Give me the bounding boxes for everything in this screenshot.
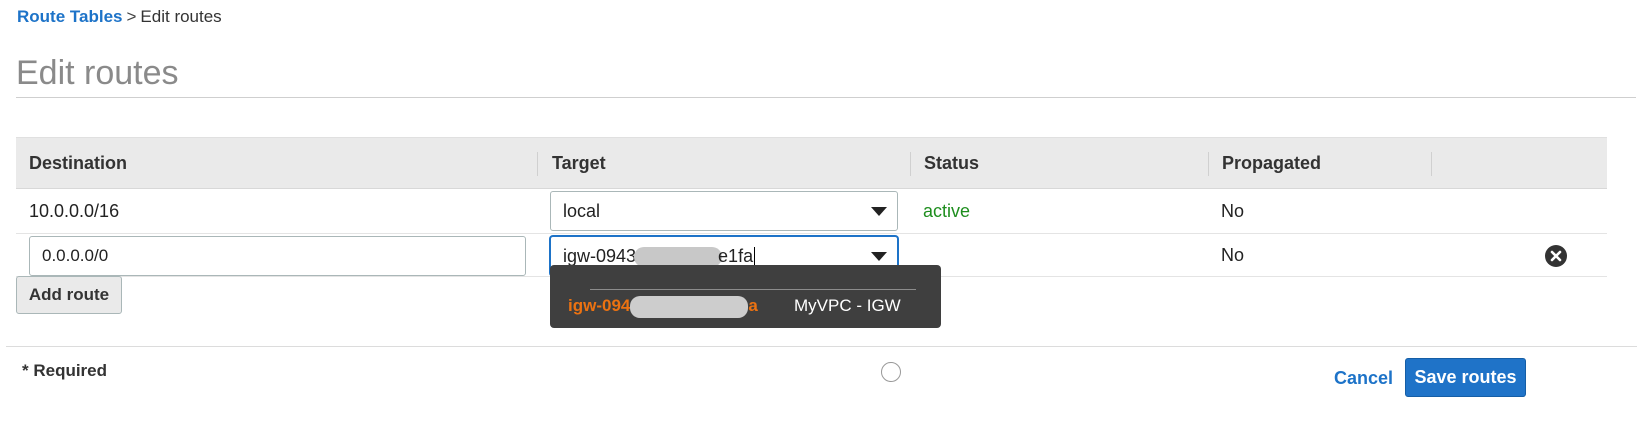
cancel-button[interactable]: Cancel (1334, 368, 1393, 389)
target-id-suffix: e1fa (718, 246, 754, 266)
chevron-down-icon (871, 207, 887, 216)
destination-value: 10.0.0.0/16 (29, 201, 120, 221)
footer-divider (6, 346, 1637, 347)
propagated-value: No (1221, 245, 1245, 265)
option-id-suffix: a (748, 296, 758, 315)
breadcrumb: Route Tables > Edit routes (17, 7, 222, 27)
radio-button[interactable] (881, 362, 901, 382)
page-title: Edit routes (16, 54, 179, 92)
dropdown-divider (590, 289, 916, 290)
breadcrumb-separator: > (126, 7, 137, 26)
target-id-prefix: igw-0943 (563, 246, 637, 266)
dropdown-option-id[interactable]: igw-094 a (568, 295, 758, 318)
target-select[interactable]: local (550, 191, 898, 231)
column-divider (537, 152, 538, 176)
propagated-value: No (1221, 201, 1245, 221)
column-header-destination: Destination (29, 153, 128, 173)
status-badge: active (923, 201, 971, 221)
redacted-text (630, 295, 749, 318)
add-route-button[interactable]: Add route (16, 276, 122, 314)
target-select-value: igw-0943 e1fa (563, 246, 756, 268)
column-header-target: Target (552, 153, 606, 173)
column-header-propagated: Propagated (1222, 153, 1322, 173)
breadcrumb-link-route-tables[interactable]: Route Tables (17, 7, 122, 26)
title-divider (16, 97, 1636, 98)
save-routes-button[interactable]: Save routes (1405, 358, 1526, 397)
option-id-prefix: igw-094 (568, 296, 631, 315)
routes-table: Destination Target Status Propagated 10.… (16, 137, 1607, 277)
remove-route-icon[interactable] (1545, 245, 1567, 267)
destination-input[interactable]: 0.0.0.0/0 (29, 236, 526, 276)
breadcrumb-current: Edit routes (140, 7, 222, 26)
table-header: Destination Target Status Propagated (16, 137, 1607, 189)
dropdown-option-name[interactable]: MyVPC - IGW (794, 295, 901, 317)
table-row: 10.0.0.0/16 local active No (16, 189, 1607, 234)
column-header-status: Status (924, 153, 980, 173)
target-dropdown: igw-094 a MyVPC - IGW (550, 265, 941, 328)
chevron-down-icon (871, 252, 887, 261)
column-divider (1431, 152, 1432, 176)
target-select-value: local (563, 201, 601, 221)
required-note: * Required (22, 361, 108, 380)
